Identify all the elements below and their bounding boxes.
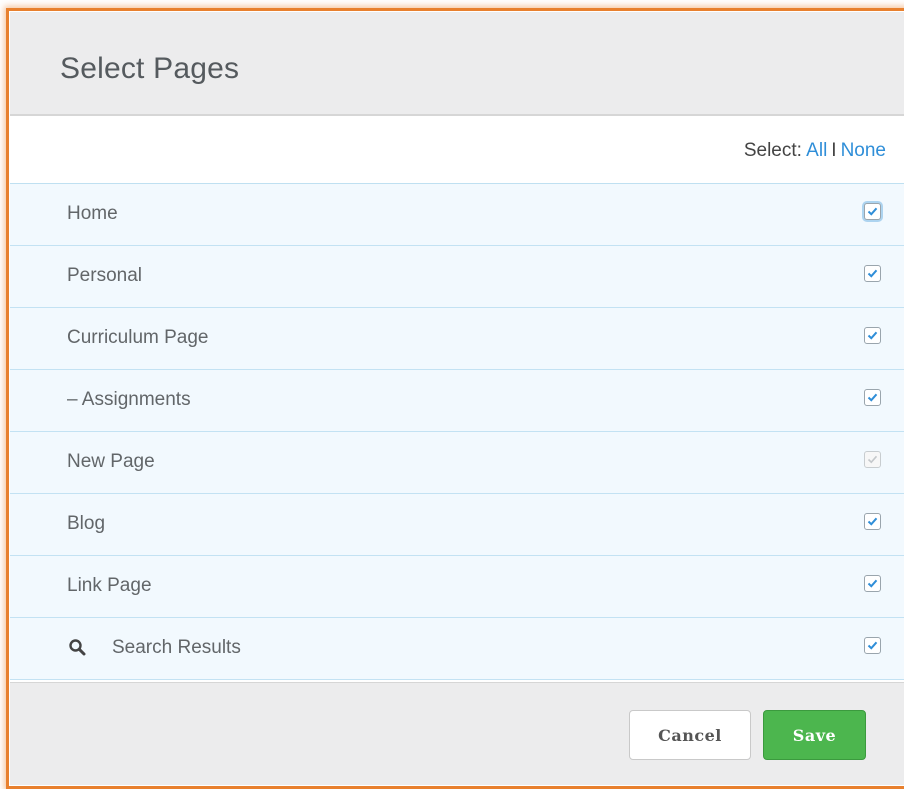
list-item[interactable]: Personal [10,246,904,308]
list-item[interactable]: Home [10,184,904,246]
search-icon [68,638,88,658]
checkmark-icon [867,517,878,526]
page-checkbox-disabled [864,451,881,468]
select-prefix: Select: [743,140,802,161]
page-label: Blog [67,513,106,534]
list-item[interactable]: Link Page [10,556,904,618]
page-checkbox[interactable] [864,203,881,220]
checkmark-icon [867,269,878,278]
save-button[interactable]: Save [763,710,866,760]
page-label: Search Results [112,637,241,658]
select-pages-dialog: Select Pages Select: All I None Home Perso… [10,12,904,785]
list-item[interactable]: Search Results [10,618,904,680]
page-checkbox[interactable] [864,389,881,406]
select-toolbar: Select: All I None [10,116,904,184]
page-checkbox[interactable] [864,575,881,592]
dialog-header: Select Pages [10,12,904,116]
page-label: Link Page [67,575,152,596]
checkmark-icon [867,455,878,464]
dialog-footer: Cancel Save [10,682,904,785]
page-label: Curriculum Page [67,327,209,348]
list-item[interactable]: – Assignments [10,370,904,432]
page-label: Personal [67,265,142,286]
select-controls: Select: All I None [744,140,886,162]
list-item[interactable]: New Page [10,432,904,494]
checkmark-icon [867,331,878,340]
page-label: Home [67,203,118,224]
pages-list: Home Personal Curriculum Page – Assignme… [10,184,904,680]
page-checkbox[interactable] [864,265,881,282]
checkmark-icon [867,393,878,402]
select-separator: I [831,140,837,161]
select-none-link[interactable]: None [841,140,886,161]
list-item[interactable]: Curriculum Page [10,308,904,370]
page-checkbox[interactable] [864,513,881,530]
page-label: – Assignments [67,389,191,410]
page-label: New Page [67,451,155,472]
select-all-link[interactable]: All [806,140,827,161]
page-checkbox[interactable] [864,327,881,344]
cancel-button[interactable]: Cancel [629,710,751,760]
list-item[interactable]: Blog [10,494,904,556]
checkmark-icon [867,641,878,650]
checkmark-icon [867,207,878,216]
page-checkbox[interactable] [864,637,881,654]
dialog-title: Select Pages [60,52,240,85]
checkmark-icon [867,579,878,588]
